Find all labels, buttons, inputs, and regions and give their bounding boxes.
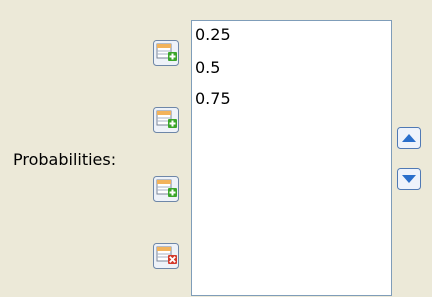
add-row-button[interactable] bbox=[153, 40, 179, 66]
delete-row-icon bbox=[153, 243, 179, 269]
list-item[interactable]: 0.25 bbox=[194, 21, 389, 52]
move-up-button[interactable] bbox=[397, 127, 421, 149]
move-down-button[interactable] bbox=[397, 168, 421, 190]
add-row-icon bbox=[153, 107, 179, 133]
add-row-button[interactable] bbox=[153, 107, 179, 133]
list-item[interactable]: 0.5 bbox=[194, 52, 389, 83]
probabilities-label: Probabilities: bbox=[13, 150, 117, 169]
move-up-icon bbox=[397, 127, 421, 149]
delete-row-button[interactable] bbox=[153, 243, 179, 269]
probabilities-list[interactable]: 0.25 0.5 0.75 bbox=[191, 20, 392, 296]
list-item[interactable]: 0.75 bbox=[194, 83, 389, 114]
add-row-icon bbox=[153, 176, 179, 202]
move-down-icon bbox=[397, 168, 421, 190]
add-row-icon bbox=[153, 40, 179, 66]
add-row-button[interactable] bbox=[153, 176, 179, 202]
